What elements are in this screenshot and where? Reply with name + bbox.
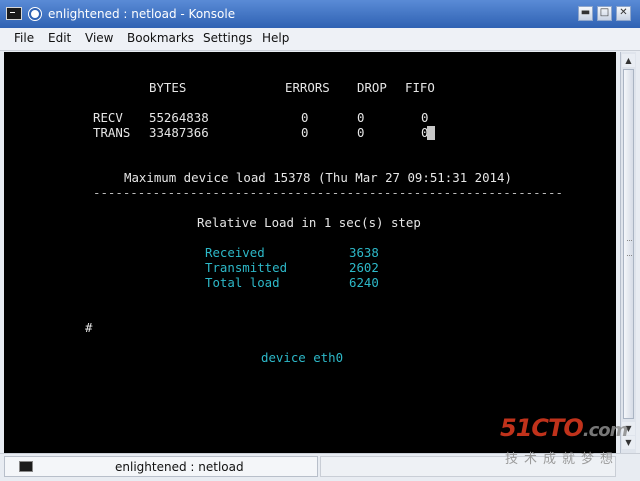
relative-load-line: Relative Load in 1 sec(s) step xyxy=(197,215,421,230)
separator-line: ----------------------------------------… xyxy=(93,185,563,200)
menu-settings[interactable]: Settings xyxy=(203,31,252,45)
trans-bytes: 33487366 xyxy=(149,125,209,140)
watermark-logo: 51CTO.com xyxy=(500,414,629,442)
recv-fifo: 0 xyxy=(421,110,429,125)
transmitted-value: 2602 xyxy=(349,260,379,275)
recv-bytes: 55264838 xyxy=(149,110,209,125)
header-errors: ERRORS xyxy=(285,80,330,95)
max-load-line: Maximum device load 15378 (Thu Mar 27 09… xyxy=(124,170,512,185)
watermark-logo-gray: .com xyxy=(582,420,629,441)
trans-drop: 0 xyxy=(357,125,365,140)
text-cursor xyxy=(427,126,435,140)
scrollbar-thumb[interactable] xyxy=(623,69,634,419)
recv-label: RECV xyxy=(93,110,123,125)
close-button[interactable]: ✕ xyxy=(616,6,631,21)
trans-errors: 0 xyxy=(301,125,309,140)
session-tab-label: enlightened : netload xyxy=(115,460,244,474)
watermark-text: 技术成就梦想 xyxy=(505,452,620,467)
vertical-scrollbar[interactable]: ▲ ▼ ▼ xyxy=(620,52,636,453)
shell-prompt: # xyxy=(85,320,93,335)
session-tab[interactable]: enlightened : netload xyxy=(4,456,318,477)
transmitted-label: Transmitted xyxy=(205,260,288,275)
recv-drop: 0 xyxy=(357,110,365,125)
title-bar[interactable]: enlightened : netload - Konsole ▬ □ ✕ xyxy=(0,0,640,28)
terminal-area[interactable]: BYTES ERRORS DROP FIFO RECV 55264838 0 0… xyxy=(4,52,616,453)
menu-help[interactable]: Help xyxy=(262,31,289,45)
device-line: device eth0 xyxy=(261,350,344,365)
menu-edit[interactable]: Edit xyxy=(48,31,71,45)
window-title: enlightened : netload - Konsole xyxy=(48,7,236,21)
header-drop: DROP xyxy=(357,80,387,95)
menu-bookmarks[interactable]: Bookmarks xyxy=(127,31,194,45)
menu-view[interactable]: View xyxy=(85,31,113,45)
terminal-icon[interactable] xyxy=(6,7,22,20)
terminal-tab-icon xyxy=(19,461,33,472)
menu-bar: File Edit View Bookmarks Settings Help xyxy=(0,28,640,51)
grip-icon xyxy=(627,240,632,256)
window-menu-icon[interactable] xyxy=(28,7,42,21)
recv-errors: 0 xyxy=(301,110,309,125)
menu-file[interactable]: File xyxy=(14,31,34,45)
watermark-logo-red: 51CTO xyxy=(500,414,584,442)
scroll-up-icon[interactable]: ▲ xyxy=(622,54,635,67)
total-load-value: 6240 xyxy=(349,275,379,290)
header-fifo: FIFO xyxy=(405,80,435,95)
minimize-button[interactable]: ▬ xyxy=(578,6,593,21)
header-bytes: BYTES xyxy=(149,80,187,95)
maximize-button[interactable]: □ xyxy=(597,6,612,21)
trans-label: TRANS xyxy=(93,125,131,140)
received-label: Received xyxy=(205,245,265,260)
total-load-label: Total load xyxy=(205,275,280,290)
received-value: 3638 xyxy=(349,245,379,260)
